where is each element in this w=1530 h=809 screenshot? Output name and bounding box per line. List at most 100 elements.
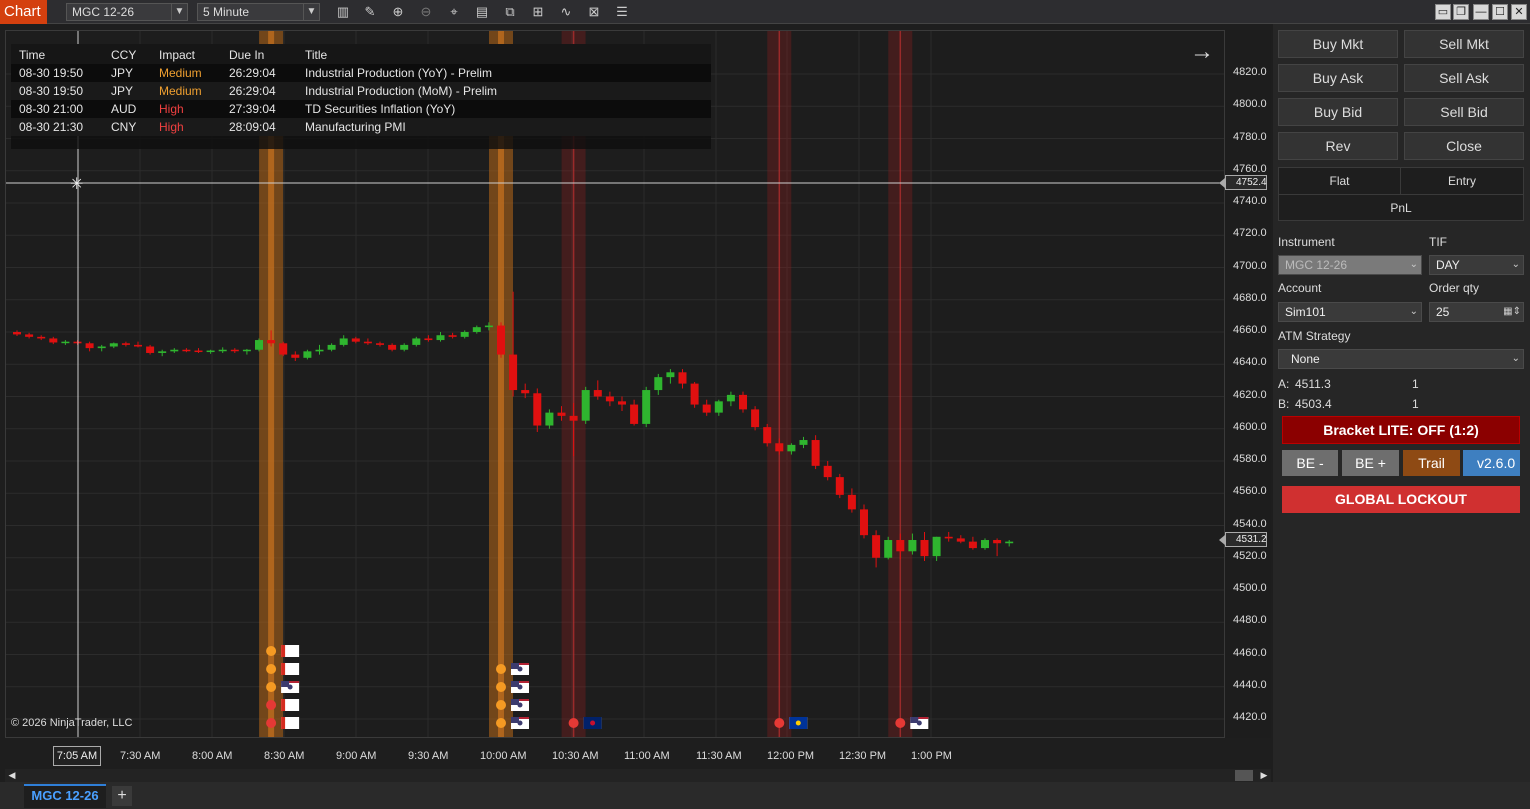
- position-flat: Flat: [1279, 168, 1401, 195]
- flag-emblem: [916, 720, 922, 726]
- maximize-button[interactable]: ☐: [1492, 4, 1508, 20]
- time-tick-label: 1:00 PM: [911, 750, 952, 762]
- reverse-button[interactable]: Rev: [1278, 132, 1398, 160]
- time-tick-label: 12:00 PM: [767, 750, 815, 762]
- crosshair-icon[interactable]: ⌖: [445, 3, 463, 21]
- scroll-left-icon[interactable]: ◀: [7, 770, 17, 781]
- candle-body: [739, 394, 747, 410]
- indicators-icon[interactable]: ⊠: [585, 3, 603, 21]
- ask-price: 4511.3: [1295, 377, 1331, 391]
- candle-body: [932, 536, 941, 557]
- flag-emblem: [287, 666, 293, 672]
- candle-body: [920, 540, 929, 557]
- time-axis[interactable]: 7:05 AM 7:30 AM 8:00 AM 8:30 AM 9:00 AM 9:30…: [5, 738, 1225, 768]
- cell-ccy: AUD: [111, 102, 137, 116]
- flag-emblem: [287, 720, 293, 726]
- zoom-out-icon[interactable]: ⊖: [417, 3, 435, 21]
- candle-body: [993, 540, 1002, 544]
- order-qty-stepper[interactable]: 25 ▦⇕: [1429, 302, 1524, 322]
- cascade-icon[interactable]: ❐: [1453, 4, 1469, 20]
- position-display: Flat Entry PnL: [1278, 167, 1524, 221]
- cell-title: Manufacturing PMI: [305, 120, 406, 134]
- candle-body: [968, 541, 977, 549]
- minimize-button[interactable]: —: [1473, 4, 1489, 20]
- time-tick-label: 11:30 AM: [696, 750, 742, 762]
- pencil-icon[interactable]: ✎: [361, 3, 379, 21]
- candle-body: [726, 394, 735, 402]
- be-plus-button[interactable]: BE +: [1342, 450, 1399, 476]
- price-tick-label: 4540.0: [1233, 517, 1267, 530]
- close-button[interactable]: ✕: [1511, 4, 1527, 20]
- arrow-right-icon[interactable]: →: [1190, 38, 1214, 66]
- candle-body: [472, 327, 481, 332]
- candle-body: [109, 343, 118, 347]
- candle-body: [533, 393, 542, 426]
- buy-ask-button[interactable]: Buy Ask: [1278, 64, 1398, 92]
- impact-dot: [568, 718, 579, 728]
- stepper-arrows-icon[interactable]: ▦⇕: [1503, 303, 1521, 321]
- be-minus-button[interactable]: BE -: [1282, 450, 1338, 476]
- candle-body: [763, 427, 772, 444]
- tif-select[interactable]: DAY ⌄: [1429, 255, 1524, 275]
- flag-emblem: [517, 720, 523, 726]
- sell-bid-button[interactable]: Sell Bid: [1404, 98, 1524, 126]
- account-select[interactable]: Sim101 ⌄: [1278, 302, 1422, 322]
- timeframe-selector[interactable]: 5 Minute ▼: [197, 3, 320, 21]
- template-icon[interactable]: ⧉: [501, 3, 519, 21]
- cell-ccy: CNY: [111, 120, 137, 134]
- properties-icon[interactable]: ▤: [473, 3, 491, 21]
- price-tick-label: 4640.0: [1233, 356, 1267, 369]
- scroll-right-icon[interactable]: ▶: [1259, 770, 1269, 781]
- buy-bid-button[interactable]: Buy Bid: [1278, 98, 1398, 126]
- cell-due-in: 26:29:04: [229, 84, 276, 98]
- buy-market-button[interactable]: Buy Mkt: [1278, 30, 1398, 58]
- scroll-thumb[interactable]: [1235, 770, 1253, 781]
- order-qty-label: Order qty: [1429, 281, 1480, 295]
- impact-dot: [895, 718, 906, 728]
- global-lockout-button[interactable]: GLOBAL LOCKOUT: [1282, 486, 1520, 513]
- instrument-selector[interactable]: MGC 12-26 ▼: [66, 3, 188, 21]
- price-axis[interactable]: 4752.4 4531.2 4820.0 4800.0 4780.0 4760.0 47…: [1219, 30, 1271, 738]
- data-box-icon[interactable]: ⊞: [529, 3, 547, 21]
- atm-strategy-select[interactable]: None ⌄: [1278, 349, 1524, 369]
- candle-body: [170, 349, 179, 352]
- bars-icon[interactable]: ▥: [334, 3, 352, 21]
- cell-impact: High: [159, 120, 184, 134]
- cell-title: Industrial Production (YoY) - Prelim: [305, 66, 492, 80]
- add-tab-button[interactable]: +: [112, 786, 132, 806]
- tile-icon[interactable]: ▭: [1435, 4, 1451, 20]
- price-tick-label: 4620.0: [1233, 388, 1267, 401]
- candle-body: [545, 412, 554, 426]
- candle-body: [158, 351, 167, 353]
- tab-mgc[interactable]: MGC 12-26: [24, 784, 106, 808]
- time-tick-label: 12:30 PM: [839, 750, 887, 762]
- candle-body: [1005, 541, 1014, 544]
- candle-body: [896, 540, 905, 552]
- price-tick-label: 4700.0: [1233, 259, 1267, 272]
- table-row: 08-30 19:50 JPY Medium 26:29:04 Industri…: [11, 82, 711, 100]
- sell-market-button[interactable]: Sell Mkt: [1404, 30, 1524, 58]
- flag-emblem: [517, 684, 523, 690]
- account-label: Account: [1278, 281, 1322, 295]
- chart-scrollbar[interactable]: ◀ ▶: [5, 769, 1271, 782]
- candle-body: [484, 325, 493, 328]
- zoom-in-icon[interactable]: ⊕: [389, 3, 407, 21]
- account-select-value: Sim101: [1285, 305, 1326, 319]
- impact-dot: [496, 682, 506, 692]
- candle-body: [13, 332, 21, 335]
- table-row: 08-30 21:30 CNY High 28:09:04 Manufactur…: [11, 118, 711, 136]
- strategy-icon[interactable]: ∿: [557, 3, 575, 21]
- bracket-toggle-button[interactable]: Bracket LITE: OFF (1:2): [1282, 416, 1520, 444]
- close-position-button[interactable]: Close: [1404, 132, 1524, 160]
- ask-label: A:: [1278, 377, 1290, 391]
- candle-body: [303, 351, 312, 358]
- candle-body: [49, 338, 58, 343]
- candle-body: [376, 343, 384, 345]
- trail-button[interactable]: Trail: [1403, 450, 1460, 476]
- price-tick-label: 4740.0: [1233, 195, 1267, 207]
- candle-body: [521, 390, 530, 394]
- version-button[interactable]: v2.6.0: [1463, 450, 1520, 476]
- list-icon[interactable]: ☰: [613, 3, 631, 21]
- flag-emblem: [287, 702, 293, 708]
- sell-ask-button[interactable]: Sell Ask: [1404, 64, 1524, 92]
